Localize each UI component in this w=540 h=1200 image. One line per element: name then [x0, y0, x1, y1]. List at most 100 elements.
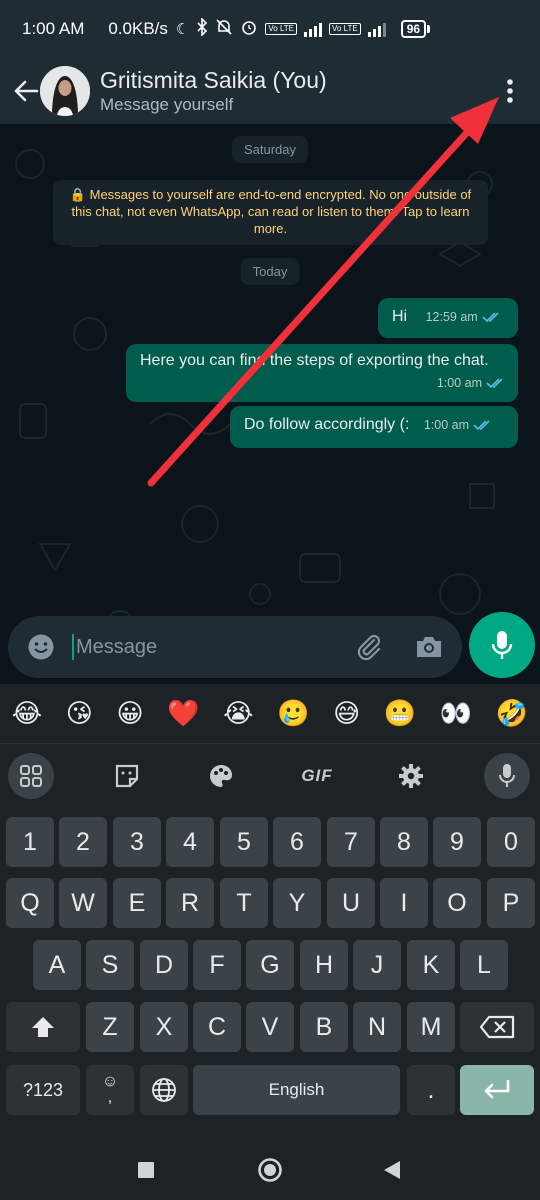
triangle-back-icon — [384, 1161, 400, 1179]
more-options-button[interactable] — [490, 66, 530, 116]
emoji-suggestion[interactable]: ❤️ — [167, 698, 199, 729]
message-time: 1:00 am — [423, 418, 470, 432]
settings-button[interactable] — [388, 753, 434, 799]
key[interactable]: F — [193, 940, 241, 990]
emoji-suggestion[interactable]: 😀 — [116, 698, 143, 729]
theme-button[interactable] — [198, 753, 244, 799]
key[interactable]: 3 — [113, 817, 161, 867]
mute-bell-icon — [215, 18, 233, 40]
gear-icon — [399, 764, 423, 788]
key[interactable]: P — [487, 878, 535, 928]
key[interactable]: I — [380, 878, 428, 928]
gif-button[interactable]: GIF — [294, 753, 340, 799]
key[interactable]: M — [407, 1002, 455, 1052]
language-key[interactable] — [140, 1065, 188, 1115]
key[interactable]: O — [433, 878, 481, 928]
emoji-suggestion-row: 😂 😘 😀 ❤️ 😭 🥲 😅 😬 👀 🤣 — [0, 684, 540, 744]
message-time: 1:00 am — [436, 376, 482, 390]
chat-header: Gritismita Saikia (You) Message yourself — [0, 58, 540, 124]
encryption-notice[interactable]: 🔒 Messages to yourself are end-to-end en… — [53, 180, 488, 245]
key[interactable]: 0 — [487, 817, 535, 867]
key[interactable]: C — [193, 1002, 241, 1052]
key[interactable]: 5 — [220, 817, 268, 867]
emoji-suggestion[interactable]: 😬 — [384, 698, 416, 729]
key[interactable]: 9 — [433, 817, 481, 867]
voice-typing-button[interactable] — [484, 753, 530, 799]
key[interactable]: X — [140, 1002, 188, 1052]
emoji-button[interactable] — [24, 630, 58, 664]
emoji-suggestion[interactable]: 🤣 — [496, 698, 528, 729]
key[interactable]: T — [220, 878, 268, 928]
key[interactable]: H — [300, 940, 348, 990]
back-nav-button[interactable] — [376, 1154, 408, 1186]
backspace-key[interactable] — [460, 1002, 534, 1052]
status-icons: ☾ Vo LTE Vo LTE 96 — [175, 17, 431, 40]
symbols-key[interactable]: ?123 — [6, 1065, 80, 1115]
key[interactable]: D — [140, 940, 188, 990]
letter-row-3: Z X C V B N M — [0, 1002, 540, 1054]
smiley-icon — [28, 634, 54, 660]
avatar[interactable] — [40, 66, 90, 116]
emoji-suggestion[interactable]: 😭 — [223, 698, 253, 729]
volte-badge-2: Vo LTE — [329, 23, 361, 35]
message-time: 12:59 am — [425, 310, 478, 324]
key[interactable]: Z — [86, 1002, 134, 1052]
globe-icon — [152, 1078, 176, 1102]
key[interactable]: 2 — [59, 817, 107, 867]
emoji-suggestion[interactable]: 😅 — [333, 698, 360, 729]
key[interactable]: N — [353, 1002, 401, 1052]
camera-button[interactable] — [412, 630, 446, 664]
emoji-suggestion[interactable]: 🥲 — [277, 698, 309, 729]
letter-row-2: A S D F G H J K L — [0, 940, 540, 992]
recents-button[interactable] — [130, 1154, 162, 1186]
message-input[interactable] — [74, 635, 352, 659]
emoji-comma-bottom: , — [107, 1089, 113, 1106]
key[interactable]: Q — [6, 878, 54, 928]
attach-button[interactable] — [352, 630, 386, 664]
key[interactable]: 8 — [380, 817, 428, 867]
message-bubble[interactable]: Do follow accordingly (: 1:00 am — [230, 406, 518, 448]
key[interactable]: A — [33, 940, 81, 990]
period-key[interactable]: . — [407, 1065, 455, 1115]
key[interactable]: 7 — [327, 817, 375, 867]
message-bubble[interactable]: Hi 12:59 am — [378, 298, 518, 338]
home-button[interactable] — [254, 1154, 286, 1186]
key[interactable]: B — [300, 1002, 348, 1052]
moon-icon: ☾ — [175, 21, 190, 38]
backspace-icon — [479, 1015, 515, 1039]
key[interactable]: S — [86, 940, 134, 990]
system-nav-bar — [0, 1140, 540, 1200]
key[interactable]: 4 — [166, 817, 214, 867]
key[interactable]: W — [59, 878, 107, 928]
voice-message-button[interactable] — [469, 612, 535, 678]
shift-key[interactable] — [6, 1002, 80, 1052]
key[interactable]: Y — [273, 878, 321, 928]
key[interactable]: 1 — [6, 817, 54, 867]
key[interactable]: L — [460, 940, 508, 990]
key[interactable]: G — [246, 940, 294, 990]
key[interactable]: E — [113, 878, 161, 928]
key[interactable]: U — [327, 878, 375, 928]
emoji-comma-key[interactable]: ☺ , — [86, 1065, 134, 1115]
message-text: Here you can find the steps of exporting… — [140, 352, 489, 369]
space-bar[interactable]: English — [193, 1065, 400, 1115]
message-bubble[interactable]: Here you can find the steps of exporting… — [126, 344, 518, 402]
key[interactable]: 6 — [273, 817, 321, 867]
sticker-button[interactable] — [104, 753, 150, 799]
chat-area[interactable]: Saturday 🔒 Messages to yourself are end-… — [0, 124, 540, 686]
key[interactable]: K — [407, 940, 455, 990]
network-speed: 0.0KB/s — [108, 19, 168, 38]
apps-grid-button[interactable] — [8, 753, 54, 799]
contact-info[interactable]: Gritismita Saikia (You) Message yourself — [100, 66, 490, 116]
emoji-suggestion[interactable]: 👀 — [440, 698, 472, 729]
emoji-suggestion[interactable]: 😂 — [12, 698, 42, 729]
key[interactable]: R — [166, 878, 214, 928]
double-check-icon — [473, 420, 490, 431]
key[interactable]: V — [246, 1002, 294, 1052]
paperclip-icon — [357, 634, 381, 661]
enter-key[interactable] — [460, 1065, 534, 1115]
emoji-suggestion[interactable]: 😘 — [66, 698, 93, 729]
battery-level: 96 — [400, 20, 427, 38]
key[interactable]: J — [353, 940, 401, 990]
composer — [0, 612, 540, 684]
